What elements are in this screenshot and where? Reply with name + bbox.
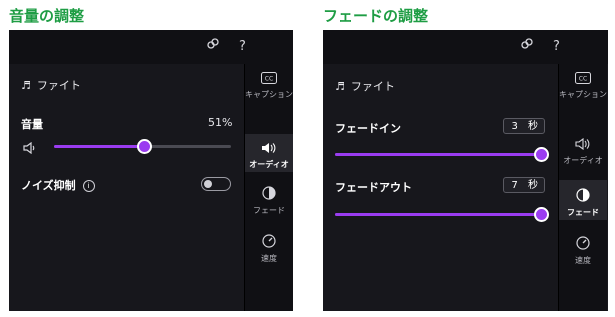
fade-out-slider[interactable] [335,207,549,222]
sidebar-item-speed[interactable]: 速度 [245,234,293,264]
fade-in-slider[interactable] [335,147,549,162]
fade-in-label: フェードイン [335,122,401,135]
sidebar-item-caption-label: キャプション [559,90,607,99]
svg-text:CC: CC [579,76,587,83]
sidebar-item-caption[interactable]: CC キャプション [559,72,607,122]
link-icon[interactable] [206,37,220,57]
speaker-icon [245,142,293,157]
speed-icon [559,236,607,253]
noise-suppression-text: ノイズ抑制 [21,179,76,192]
noise-suppression-toggle[interactable] [201,177,231,191]
fade-in-unit: 秒 [528,121,538,132]
file-row: ♬ ファイト [21,77,81,93]
toggle-knob [204,180,212,188]
svg-text:CC: CC [265,76,273,83]
sidebar-item-fade[interactable]: フェード [559,180,607,220]
file-name: ファイト [36,79,81,92]
speaker-low-icon[interactable] [23,139,37,158]
sidebar-item-caption[interactable]: CC キャプション [245,72,293,122]
sidebar-item-audio[interactable]: オーディオ [245,134,293,172]
help-icon[interactable]: ? [239,37,246,57]
sidebar-item-audio-label: オーディオ [249,160,289,169]
sidebar-item-fade-label: フェード [253,206,285,215]
volume-label: 音量 [21,118,43,131]
sidebar-item-speed-label: 速度 [261,254,277,263]
fade-panel: ? ♬ ファイト フェードイン 3 秒 フェードアウト 7 秒 CC キャプショ… [323,30,608,311]
fade-out-value: 7 [511,180,518,191]
panel-topbar: ? [323,30,608,64]
fade-in-seconds-field[interactable]: 3 秒 [503,118,545,134]
file-row: ♬ ファイト [335,78,395,94]
music-note-icon: ♬ [335,80,345,93]
sidebar-item-audio[interactable]: オーディオ [559,134,607,170]
noise-suppression-label: ノイズ抑制 i [21,177,95,193]
fade-out-unit: 秒 [528,180,538,191]
fade-out-slider-handle[interactable] [534,207,549,222]
sidebar-item-caption-label: キャプション [245,90,293,99]
left-sidebar: CC キャプション オーディオ フェード 速度 [244,64,293,311]
volume-slider[interactable] [54,139,231,154]
sidebar-item-fade[interactable]: フェード [245,186,293,216]
volume-value: 51% [208,116,233,129]
link-icon[interactable] [520,37,534,57]
fade-in-value: 3 [511,121,518,132]
panel-topbar: ? [9,30,293,64]
audio-adjust-heading: 音量の調整 [9,7,85,25]
cc-icon: CC [245,72,293,87]
speaker-icon [559,137,607,153]
help-icon[interactable]: ? [553,37,560,57]
right-sidebar: CC キャプション オーディオ フェード 速度 [558,64,607,311]
info-icon[interactable]: i [82,180,95,192]
sidebar-item-speed[interactable]: 速度 [559,236,607,266]
sidebar-item-audio-label: オーディオ [563,156,603,165]
fade-content: ♬ ファイト フェードイン 3 秒 フェードアウト 7 秒 [323,64,558,311]
fade-out-label: フェードアウト [335,181,412,194]
speed-icon [245,234,293,251]
file-name: ファイト [350,80,395,93]
fade-icon [559,188,607,205]
audio-panel: ? ♬ ファイト 音量 51% ノイズ抑制 i CC キャプション オーディオ … [9,30,293,311]
volume-slider-fill [54,145,144,148]
sidebar-item-fade-label: フェード [567,208,599,217]
fade-out-slider-fill [335,213,541,216]
sidebar-item-speed-label: 速度 [575,256,591,265]
music-note-icon: ♬ [21,79,31,92]
fade-adjust-heading: フェードの調整 [323,7,429,25]
fade-icon [245,186,293,203]
fade-out-seconds-field[interactable]: 7 秒 [503,177,545,193]
volume-slider-handle[interactable] [137,139,152,154]
cc-icon: CC [559,72,607,87]
audio-content: ♬ ファイト 音量 51% ノイズ抑制 i [9,64,244,311]
fade-in-slider-fill [335,153,541,156]
fade-in-slider-handle[interactable] [534,147,549,162]
